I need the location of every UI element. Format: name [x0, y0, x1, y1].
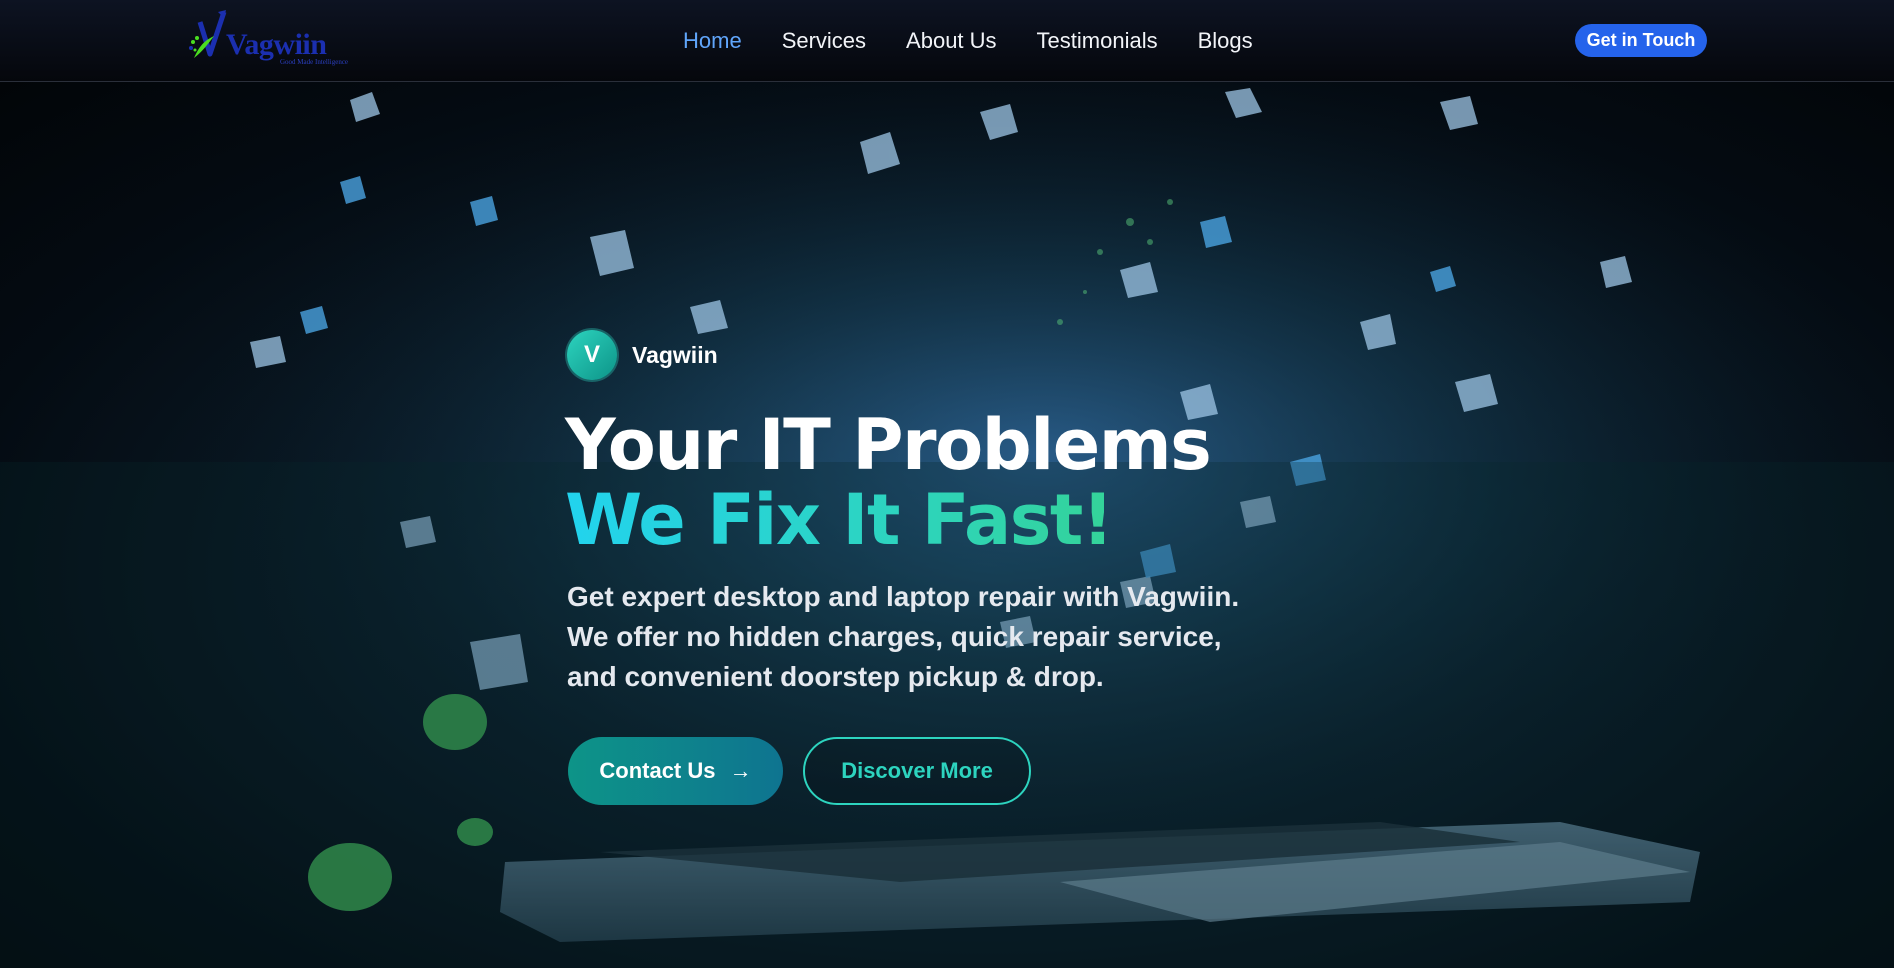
main-nav: Home Services About Us Testimonials Blog… — [683, 24, 1293, 58]
arrow-right-icon: → — [729, 758, 752, 783]
get-in-touch-button[interactable]: Get in Touch — [1575, 24, 1707, 57]
logo-tagline: Good Made Intelligence — [280, 58, 349, 66]
logo-mark-icon — [189, 10, 227, 58]
logo-text: Vagwiin — [226, 28, 327, 61]
nav-about-us[interactable]: About Us — [906, 24, 997, 58]
hero-brand: V Vagwiin — [567, 330, 718, 380]
hero-description-line: and convenient doorstep pickup & drop. — [567, 661, 1104, 692]
page: Vagwiin Good Made Intelligence Home Serv… — [0, 0, 1894, 969]
hero-description: Get expert desktop and laptop repair wit… — [567, 577, 1287, 697]
nav-testimonials[interactable]: Testimonials — [1037, 24, 1158, 58]
hero-description-line: Get expert desktop and laptop repair wit… — [567, 581, 1240, 612]
hero-headline-highlight: We Fix It Fast! — [565, 475, 1114, 565]
hero-section: V Vagwiin Your IT Problems We Fix It Fas… — [0, 82, 1894, 968]
site-header: Vagwiin Good Made Intelligence Home Serv… — [0, 0, 1894, 82]
contact-us-label: Contact Us — [599, 758, 716, 783]
nav-home[interactable]: Home — [683, 24, 742, 58]
nav-services[interactable]: Services — [782, 24, 866, 58]
brand-badge: V — [567, 330, 617, 380]
discover-more-button[interactable]: Discover More — [803, 737, 1031, 805]
site-logo[interactable]: Vagwiin Good Made Intelligence — [188, 10, 360, 70]
hero-description-line: We offer no hidden charges, quick repair… — [567, 621, 1222, 652]
nav-blogs[interactable]: Blogs — [1198, 24, 1253, 58]
contact-us-button[interactable]: Contact Us → — [568, 737, 783, 805]
brand-name: Vagwiin — [632, 341, 718, 368]
